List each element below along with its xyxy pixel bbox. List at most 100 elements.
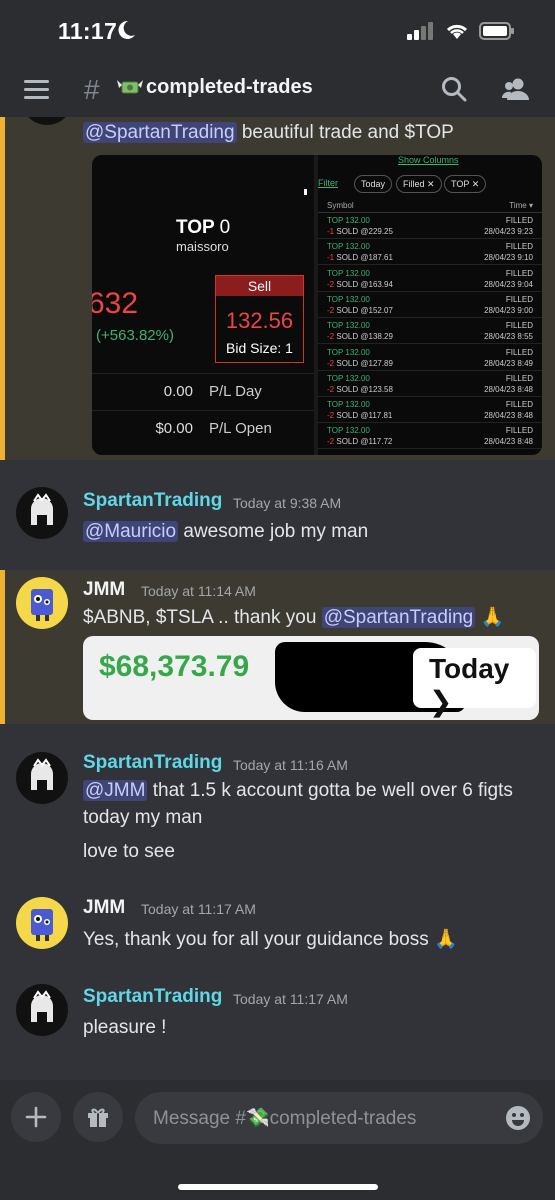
avatar[interactable] (16, 984, 68, 1036)
pl-open-value: $0.00 (155, 420, 193, 437)
message-username[interactable]: JMM (83, 579, 125, 601)
robot-avatar-icon (31, 589, 53, 621)
pl-open-label: P/L Open (209, 420, 272, 437)
user-mention[interactable]: @Mauricio (83, 521, 179, 542)
order-fill: -2 SOLD @152.07 (327, 305, 393, 315)
message-input[interactable]: Message #💸completed-trades (135, 1092, 543, 1144)
spartan-helmet-icon (31, 758, 53, 790)
order-status: FILLED (505, 321, 533, 331)
sell-box: Sell 132.56 Bid Size: 1 (215, 275, 304, 363)
message-highlighted: @SpartanTrading beautiful trade and $TOP… (0, 117, 555, 460)
avatar[interactable] (16, 577, 68, 629)
order-symbol: TOP 132.00 (327, 321, 370, 331)
gift-icon (88, 1108, 108, 1127)
composer-bar: Message #💸completed-trades (0, 1080, 555, 1200)
pl-day-value: 0.00 (163, 383, 193, 400)
order-fill: -1 SOLD @229.25 (327, 227, 393, 236)
order-time: 28/04/23 8:48 (484, 437, 533, 447)
gift-button[interactable] (73, 1092, 123, 1142)
avatar[interactable] (16, 897, 68, 949)
panel-tick (304, 189, 307, 195)
message-timestamp: Today at 11:16 AM (233, 757, 348, 773)
filter-row: Filter Today Filled ✕ TOP ✕ (318, 175, 542, 195)
pl-day-row: 0.00 P/L Day (92, 373, 314, 409)
message-username[interactable]: SpartanTrading (83, 490, 222, 512)
quote-change: (+563.82%) (96, 327, 174, 344)
message-timestamp: Today at 11:14 AM (141, 583, 256, 599)
portfolio-screenshot[interactable]: $68,373.79 Today ❯ (83, 636, 539, 720)
bid-size: Bid Size: 1 (226, 340, 293, 356)
order-status: FILLED (505, 242, 533, 252)
order-time: 28/04/23 8:48 (484, 384, 533, 394)
sell-label: Sell (216, 276, 303, 296)
members-icon[interactable] (502, 77, 530, 101)
message-placeholder: Message #💸completed-trades (153, 1108, 417, 1129)
order-fill: -1 SOLD @187.61 (327, 253, 393, 263)
order-row: TOP 132.00 -2 SOLD @138.29 FILLED 28/04/23 … (318, 318, 542, 345)
order-symbol: TOP 132.00 (327, 242, 370, 252)
trade-screenshot[interactable]: TOP 0 maissoro 632 (+563.82%) Sell 132.5… (92, 155, 542, 455)
order-symbol: TOP 132.00 (327, 373, 370, 383)
spartan-helmet-icon (31, 493, 53, 525)
chip-top: TOP ✕ (444, 175, 487, 193)
message-text: Yes, thank you for all your guidance bos… (83, 929, 458, 950)
order-row: TOP 132.00 -2 SOLD @127.89 FILLED 28/04/23 … (318, 345, 542, 371)
show-columns-link: Show Columns (398, 155, 459, 165)
user-mention[interactable]: @JMM (83, 780, 148, 801)
message-text: love to see (83, 841, 175, 862)
user-mention[interactable]: @SpartanTrading (83, 122, 237, 143)
order-time: 28/04/23 9:04 (484, 279, 533, 289)
channel-name[interactable]: completed-trades (146, 76, 313, 99)
order-status: FILLED (505, 347, 533, 357)
message-username[interactable]: SpartanTrading (83, 986, 222, 1008)
plus-icon (25, 1106, 47, 1128)
hamburger-menu-icon[interactable] (24, 78, 50, 100)
avatar[interactable] (21, 117, 73, 125)
order-fill: -2 SOLD @117.72 (327, 437, 393, 447)
quote-price: 632 (92, 287, 139, 320)
message-text: pleasure ! (83, 1017, 167, 1038)
order-time: 28/04/23 9:23 (484, 227, 533, 236)
battery-icon (479, 22, 514, 40)
spartan-helmet-icon (31, 990, 53, 1022)
wifi-icon (446, 24, 468, 39)
order-status: FILLED (505, 373, 533, 383)
signal-icon (407, 22, 433, 40)
order-row: TOP 132.00 -2 SOLD @152.07 FILLED 28/04/23 … (318, 292, 542, 318)
order-status: FILLED (505, 216, 533, 225)
message-text: $ABNB, $TSLA .. thank you @SpartanTradin… (83, 607, 505, 628)
order-time: 28/04/23 8:55 (484, 332, 533, 342)
order-status: FILLED (505, 294, 533, 304)
order-symbol: TOP 132.00 (327, 294, 370, 304)
order-row: TOP 132.00 -1 SOLD @187.61 FILLED 28/04/23 … (318, 239, 542, 266)
message-text: @SpartanTrading beautiful trade and $TOP (83, 122, 454, 143)
message-timestamp: Today at 11:17 AM (141, 901, 256, 917)
quote-symbol: TOP 0 (176, 217, 231, 238)
order-fill: -2 SOLD @127.89 (327, 358, 393, 368)
money-wings-icon (117, 80, 143, 94)
robot-avatar-icon (31, 909, 53, 941)
message-list[interactable]: @SpartanTrading beautiful trade and $TOP… (0, 117, 555, 1080)
avatar[interactable] (16, 487, 68, 539)
avatar[interactable] (16, 752, 68, 804)
order-row: TOP 132.00 -2 SOLD @117.81 FILLED 28/04/23 … (318, 397, 542, 424)
add-attachment-button[interactable] (11, 1092, 61, 1142)
order-row: TOP 132.00 -2 SOLD @123.58 FILLED 28/04/23 … (318, 371, 542, 397)
emoji-icon[interactable] (505, 1105, 531, 1131)
status-time: 11:17 (58, 18, 118, 44)
message-username[interactable]: JMM (83, 897, 125, 919)
order-time: 28/04/23 8:48 (484, 411, 533, 421)
order-row: TOP 132.00 -2 SOLD @117.72 FILLED 28/04/23 … (318, 423, 542, 450)
message-username[interactable]: SpartanTrading (83, 752, 222, 774)
order-status: FILLED (505, 268, 533, 278)
order-symbol: TOP 132.00 (327, 268, 370, 278)
channel-header: # completed-trades (0, 62, 555, 117)
search-icon[interactable] (441, 76, 467, 102)
user-mention[interactable]: @SpartanTrading (321, 607, 476, 628)
order-symbol: TOP 132.00 (327, 216, 370, 225)
filter-link: Filter (318, 178, 338, 188)
home-indicator (178, 1184, 378, 1190)
chip-today: Today (354, 175, 393, 193)
message-timestamp: Today at 11:17 AM (233, 991, 348, 1007)
portfolio-amount: $68,373.79 (99, 650, 250, 683)
